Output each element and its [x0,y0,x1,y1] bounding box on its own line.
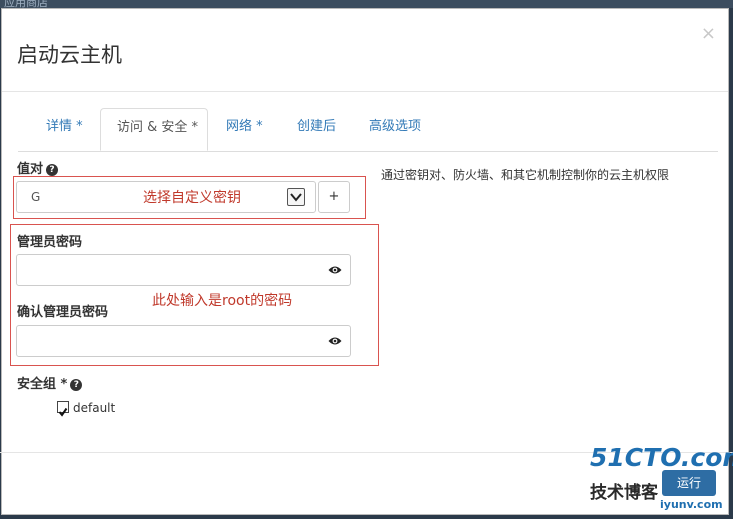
annotation-password-note: 此处输入是root的密码 [152,293,293,309]
tab-bar: 详情 * 访问 & 安全 * 网络 * 创建后 高级选项 [18,108,718,152]
tab-access-security[interactable]: 访问 & 安全 * [100,108,208,151]
default-security-group-label: default [73,401,116,415]
close-icon[interactable]: × [701,23,716,44]
watermark-iyunv: iyunv.com [660,498,723,511]
add-keypair-button[interactable]: + [318,181,350,213]
dialog-title: 启动云主机 [17,43,122,67]
admin-password-label: 管理员密码 [17,235,83,250]
watermark-51cto: 51CTO.com [590,443,733,472]
confirm-password-label: 确认管理员密码 [17,305,109,320]
eye-icon[interactable] [328,264,342,276]
tab-advanced-options[interactable]: 高级选项 [369,108,421,151]
default-security-group-checkbox[interactable] [57,401,69,417]
confirm-password-field[interactable] [16,325,351,357]
background-app-strip: 应用商店 [0,0,733,9]
security-groups-label-group: 安全组 *? [17,373,83,392]
annotation-keypair-note: 选择自定义密钥 [143,190,241,206]
tab-post-creation[interactable]: 创建后 [297,108,336,151]
eye-icon[interactable] [328,335,342,347]
checkmark-icon [58,407,68,417]
help-text: 通过密钥对、防火墙、和其它机制控制你的云主机权限 [381,168,670,182]
header-divider [2,91,728,92]
tab-networking[interactable]: 网络 * [226,108,263,151]
keypair-label-group: 值对? [17,158,59,177]
keypair-label: 值对 [17,162,44,177]
launch-button[interactable]: 运行 [662,470,716,496]
tab-details[interactable]: 详情 * [46,108,83,151]
question-icon[interactable]: ? [46,164,59,176]
security-groups-label: 安全组 * [17,377,68,392]
keypair-select-value: G [31,190,41,204]
question-icon[interactable]: ? [70,379,83,391]
watermark-blog: 技术博客 [590,483,658,503]
chevron-down-icon[interactable] [287,188,305,206]
admin-password-field[interactable] [16,254,351,286]
